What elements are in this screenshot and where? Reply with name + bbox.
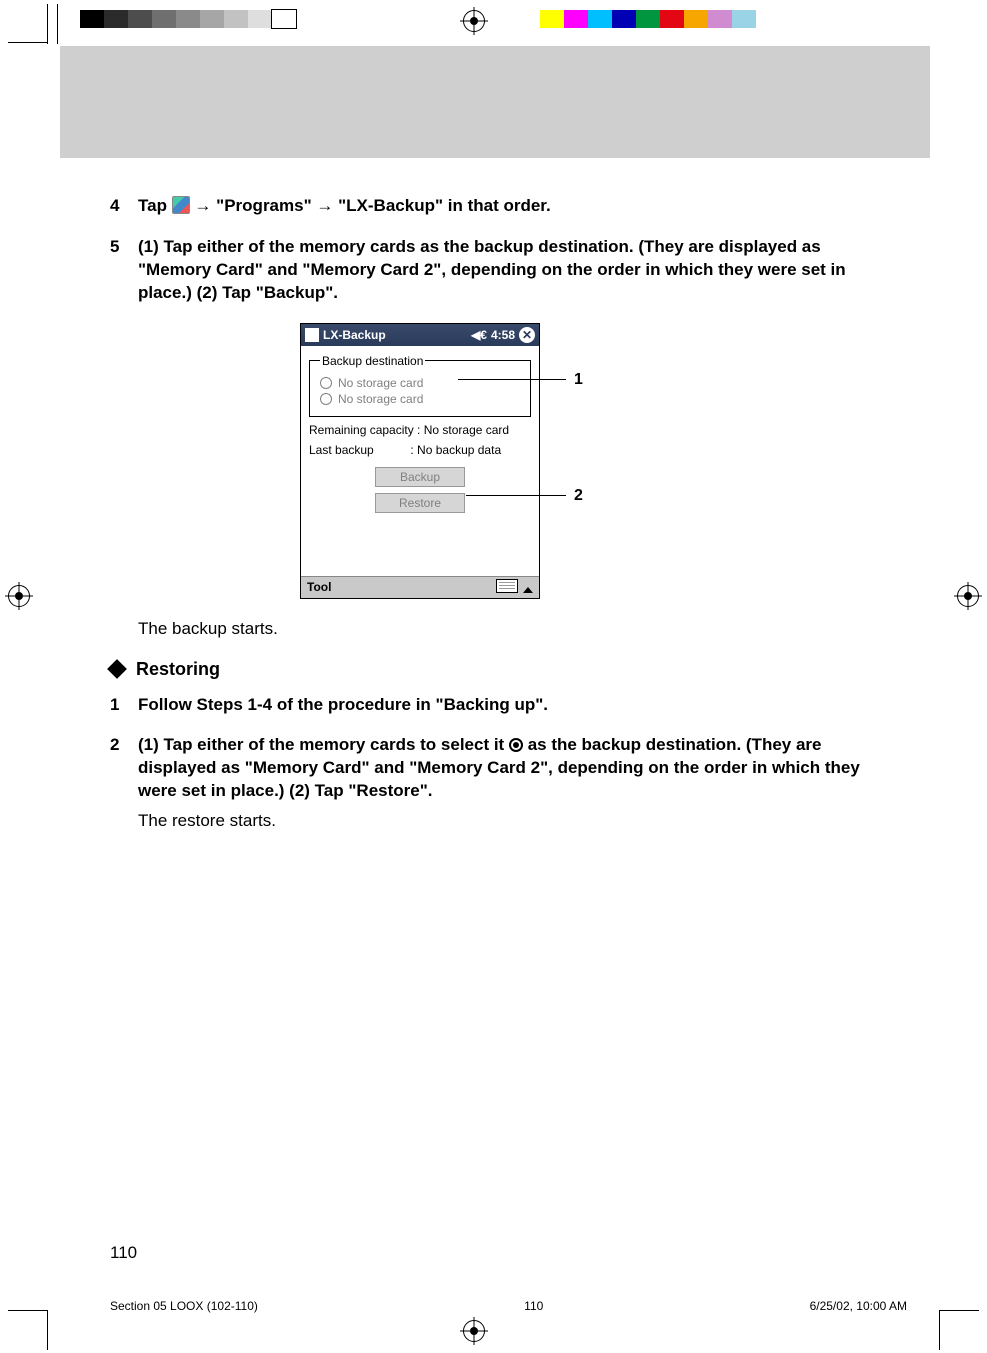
close-icon[interactable]: ✕ xyxy=(519,327,535,343)
step-number: 4 xyxy=(110,195,138,218)
print-slug: Section 05 LOOX (102-110) 110 6/25/02, 1… xyxy=(110,1299,907,1313)
backup-destination-group: Backup destination No storage card No st… xyxy=(309,354,531,417)
start-icon xyxy=(172,196,190,214)
color-bar-left xyxy=(80,10,296,28)
restore-step-2: 2 (1) Tap either of the memory cards to … xyxy=(110,734,880,803)
restore-starts-note: The restore starts. xyxy=(110,809,880,833)
soft-toolbar: Tool xyxy=(301,576,539,598)
step-number: 1 xyxy=(110,694,138,717)
clock: 4:58 xyxy=(491,328,515,342)
step-text: Tap → "Programs" → "LX-Backup" in that o… xyxy=(138,195,551,218)
step-text: (1) Tap either of the memory cards as th… xyxy=(138,236,880,305)
registration-left-icon xyxy=(8,585,30,607)
restore-button[interactable]: Restore xyxy=(375,493,465,513)
diamond-bullet-icon xyxy=(107,659,127,679)
restoring-heading: Restoring xyxy=(110,659,880,680)
radio-icon xyxy=(320,393,332,405)
step-number: 5 xyxy=(110,236,138,305)
registration-top-icon xyxy=(463,10,485,32)
callout-1: 1 xyxy=(574,371,583,389)
radio-filled-icon xyxy=(509,738,523,752)
slug-left: Section 05 LOOX (102-110) xyxy=(110,1299,258,1313)
radio-icon xyxy=(320,377,332,389)
sip-up-icon[interactable] xyxy=(523,587,533,593)
slug-mid: 110 xyxy=(524,1299,543,1313)
volume-icon: ◀€ xyxy=(471,328,487,342)
step-text: Follow Steps 1-4 of the procedure in "Ba… xyxy=(138,694,548,717)
device-screenshot: LX-Backup ◀€ 4:58 ✕ Backup destination N… xyxy=(300,323,680,599)
step-text: (1) Tap either of the memory cards to se… xyxy=(138,734,880,803)
registration-bottom-icon xyxy=(463,1320,485,1342)
page-number: 110 xyxy=(110,1243,137,1263)
tool-menu[interactable]: Tool xyxy=(307,580,331,594)
callout-line xyxy=(458,379,566,380)
keyboard-icon[interactable] xyxy=(496,579,518,593)
dest-option-2[interactable]: No storage card xyxy=(320,392,520,406)
remaining-capacity: Remaining capacity : No storage card xyxy=(309,423,531,437)
titlebar: LX-Backup ◀€ 4:58 ✕ xyxy=(301,324,539,346)
app-title: LX-Backup xyxy=(323,328,386,342)
step-4: 4 Tap → "Programs" → "LX-Backup" in that… xyxy=(110,195,880,218)
registration-right-icon xyxy=(957,585,979,607)
step-5: 5 (1) Tap either of the memory cards as … xyxy=(110,236,880,305)
backup-starts-note: The backup starts. xyxy=(110,617,880,641)
header-band xyxy=(60,46,930,158)
group-legend: Backup destination xyxy=(320,354,425,368)
backup-button[interactable]: Backup xyxy=(375,467,465,487)
callout-line xyxy=(466,495,566,496)
callout-2: 2 xyxy=(574,487,583,505)
color-bar-right xyxy=(540,10,756,28)
step-number: 2 xyxy=(110,734,138,803)
last-backup: Last backup : No backup data xyxy=(309,443,531,457)
slug-right: 6/25/02, 10:00 AM xyxy=(810,1299,907,1313)
restore-step-1: 1 Follow Steps 1-4 of the procedure in "… xyxy=(110,694,880,717)
windows-flag-icon xyxy=(305,328,319,342)
